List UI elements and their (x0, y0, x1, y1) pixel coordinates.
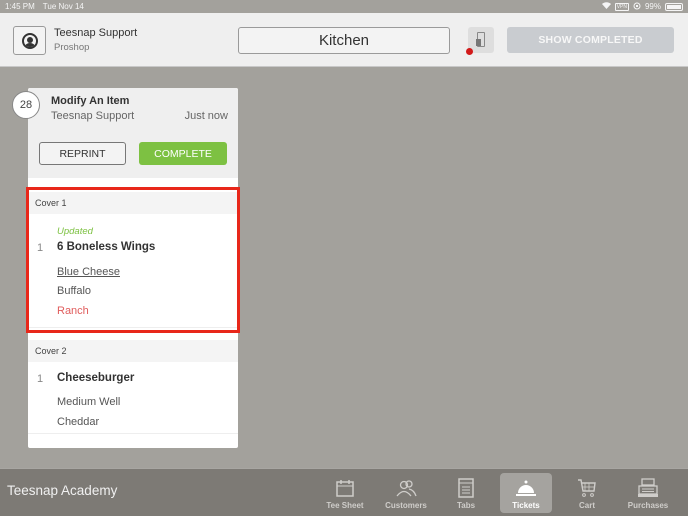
battery-percent: 99% (644, 2, 661, 11)
divider (28, 327, 238, 328)
tab-label: Tabs (456, 501, 476, 510)
printer-icon (476, 32, 485, 47)
tab-customers[interactable]: Customers (380, 473, 432, 513)
tab-tickets[interactable]: Tickets (500, 473, 552, 513)
bottom-tab-bar: Teesnap Academy Tee Sheet Customers Tabs… (0, 468, 688, 516)
receipt-icon (455, 478, 477, 498)
tab-label: Tee Sheet (326, 501, 364, 510)
tab-label: Tickets (512, 501, 540, 510)
item-name[interactable]: Cheeseburger (57, 372, 134, 384)
ticket-number-badge: 28 (12, 91, 40, 119)
ticket-user: Teesnap Support (51, 110, 135, 122)
battery-icon (665, 2, 683, 11)
tab-tee-sheet[interactable]: Tee Sheet (319, 473, 371, 513)
modifier-removed: Ranch (57, 305, 89, 317)
cloche-icon (515, 478, 537, 498)
printer-alert-dot (466, 48, 473, 55)
tab-label: Cart (578, 501, 595, 510)
user-profile-button[interactable] (13, 26, 46, 55)
tab-tabs[interactable]: Tabs (440, 473, 492, 513)
cart-icon (576, 478, 598, 498)
ticket-card: Modify An Item Teesnap Support Just now … (28, 88, 238, 448)
ticket-time: Just now (184, 110, 228, 122)
ticket-title: Modify An Item (51, 95, 130, 107)
brand-label: Teesnap Academy (7, 483, 118, 498)
tab-purchases[interactable]: Purchases (622, 473, 674, 513)
station-selector[interactable]: Kitchen (238, 27, 450, 54)
tab-label: Purchases (627, 501, 669, 510)
item-quantity: 1 (37, 242, 44, 254)
cover-items: 1 Cheeseburger Medium Well Cheddar (28, 362, 238, 432)
rotation-lock-icon (633, 2, 641, 12)
show-completed-button[interactable]: SHOW COMPLETED (507, 27, 674, 53)
modifier: Cheddar (57, 416, 100, 428)
vpn-icon: VPN (614, 2, 629, 11)
status-date: Tue Nov 14 (42, 2, 84, 11)
complete-button[interactable]: COMPLETE (139, 142, 227, 165)
user-name: Teesnap Support (54, 27, 138, 39)
header: Teesnap Support Proshop Kitchen SHOW COM… (0, 13, 688, 67)
tab-label: Customers (385, 501, 427, 510)
cover-items: Updated 1 6 Boneless Wings Blue Cheese B… (28, 214, 238, 324)
modifier: Medium Well (57, 396, 121, 408)
cash-register-icon (637, 478, 659, 498)
status-bar: 1:45 PM Tue Nov 14 VPN 99% (0, 0, 688, 13)
cover-header: Cover 1 (28, 192, 238, 214)
users-icon (395, 478, 417, 498)
divider (28, 433, 238, 434)
calendar-icon (334, 478, 356, 498)
cover-header: Cover 2 (28, 340, 238, 362)
item-quantity: 1 (37, 373, 44, 385)
user-avatar-icon (21, 32, 38, 49)
wifi-icon (601, 2, 611, 11)
item-name[interactable]: 6 Boneless Wings (57, 241, 155, 253)
ticket-header: Modify An Item Teesnap Support Just now … (28, 88, 238, 178)
user-role: Proshop (54, 42, 90, 53)
tab-cart[interactable]: Cart (561, 473, 613, 513)
item-status-updated: Updated (57, 226, 93, 237)
modifier-changed: Blue Cheese (57, 266, 120, 278)
reprint-button[interactable]: REPRINT (39, 142, 126, 165)
status-time: 1:45 PM (5, 2, 35, 11)
modifier: Buffalo (57, 285, 92, 297)
